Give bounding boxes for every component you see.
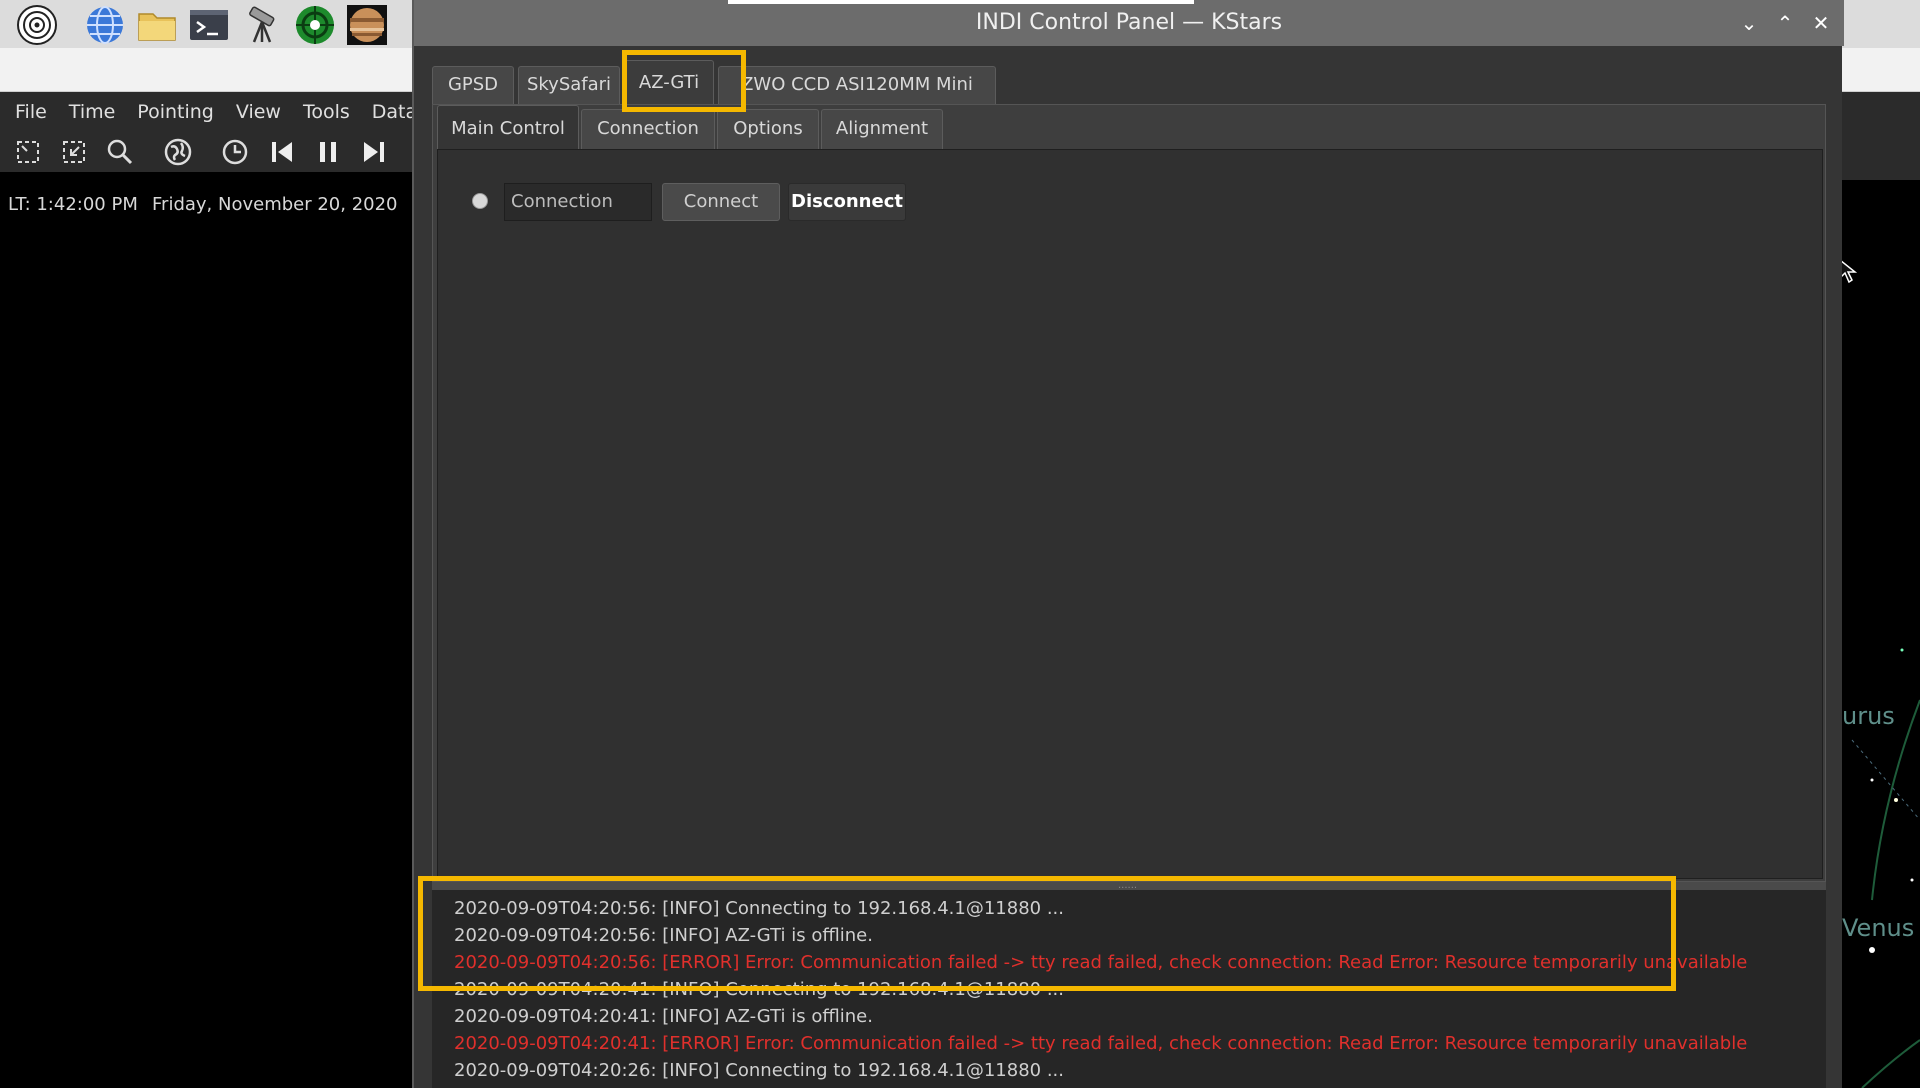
maximize-button[interactable]: ⌃ (1774, 12, 1796, 34)
log-line-error: 2020-09-09T04:20:41: [ERROR] Error: Comm… (454, 1033, 1748, 1054)
log-line: 2020-09-09T04:20:41: [INFO] AZ-GTi is of… (454, 1006, 873, 1027)
sky-lines (1851, 648, 1920, 1088)
menu-pointing[interactable]: Pointing (126, 92, 225, 132)
zoom-fit-icon[interactable] (12, 136, 44, 168)
sky-label-venus: Venus (1842, 914, 1915, 942)
log-line-error: 2020-09-09T04:20:56: [ERROR] Error: Comm… (454, 952, 1748, 973)
tab-az-gti[interactable]: AZ-GTi (624, 60, 714, 104)
menu-file[interactable]: File (4, 92, 58, 132)
tab-alignment[interactable]: Alignment (821, 109, 943, 149)
log-line: 2020-09-09T04:20:56: [INFO] Connecting t… (454, 898, 1064, 919)
tab-main-control[interactable]: Main Control (437, 105, 579, 151)
message-log[interactable]: 2020-09-09T04:20:56: [INFO] Connecting t… (432, 890, 1826, 1088)
menu-time[interactable]: Time (58, 92, 127, 132)
menu-tools[interactable]: Tools (292, 92, 361, 132)
file-manager-icon[interactable] (136, 4, 178, 46)
indi-control-panel: INDI Control Panel — KStars ⌄ ⌃ ✕ GPSD S… (412, 0, 1844, 1088)
tab-connection[interactable]: Connection (581, 109, 715, 149)
globe-icon[interactable] (162, 136, 194, 168)
close-button[interactable]: ✕ (1810, 12, 1832, 34)
indi-titlebar[interactable]: INDI Control Panel — KStars ⌄ ⌃ ✕ (414, 0, 1844, 46)
titlebar-overlap (728, 0, 1194, 4)
log-splitter[interactable]: ...... (432, 880, 1826, 891)
web-browser-icon[interactable] (84, 4, 126, 46)
log-line: 2020-09-09T04:20:26: [INFO] Connecting t… (454, 1060, 1064, 1081)
phd2-icon[interactable] (294, 4, 336, 46)
step-back-icon[interactable] (266, 136, 298, 168)
kstars-toolbar (0, 132, 412, 172)
step-forward-icon[interactable] (358, 136, 390, 168)
kstars-right-toolbar (1842, 92, 1920, 180)
log-line: 2020-09-09T04:20:41: [INFO] Connecting t… (454, 979, 1064, 1000)
connection-status-led (472, 193, 488, 209)
sky-map[interactable]: urus Venus (1839, 180, 1920, 1088)
clock-icon[interactable] (219, 136, 251, 168)
splitter-grip: ...... (1118, 880, 1138, 891)
window-title: INDI Control Panel — KStars (975, 10, 1283, 35)
kstars-menubar: File Time Pointing View Tools Data (0, 92, 417, 132)
kstars-status: LT: 1:42:00 PM Friday, November 20, 2020 (0, 172, 412, 238)
tab-skysafari[interactable]: SkySafari (518, 66, 620, 104)
disconnect-button[interactable]: Disconnect (788, 183, 906, 221)
connect-button[interactable]: Connect (662, 183, 780, 221)
sky-label-urus: urus (1842, 702, 1895, 730)
current-date: Friday, November 20, 2020 (152, 194, 398, 215)
planet-icon[interactable] (346, 4, 388, 46)
zoom-select-icon[interactable] (58, 136, 90, 168)
tab-options[interactable]: Options (717, 109, 819, 149)
local-time: LT: 1:42:00 PM (8, 194, 138, 215)
search-icon[interactable] (104, 136, 136, 168)
pause-icon[interactable] (312, 136, 344, 168)
menu-view[interactable]: View (225, 92, 292, 132)
telescope-icon[interactable] (242, 4, 284, 46)
device-page-az-gti: Main Control Connection Options Alignmen… (432, 104, 1826, 882)
tab-gpsd[interactable]: GPSD (432, 66, 514, 104)
tab-zwo-ccd[interactable]: ZWO CCD ASI120MM Mini (718, 66, 996, 104)
raspberry-menu-icon[interactable] (16, 4, 58, 46)
main-control-page: Connection Connect Disconnect (437, 149, 1823, 879)
connection-label: Connection (504, 183, 652, 221)
minimize-button[interactable]: ⌄ (1738, 12, 1760, 34)
terminal-icon[interactable] (188, 4, 230, 46)
log-line: 2020-09-09T04:20:56: [INFO] AZ-GTi is of… (454, 925, 873, 946)
